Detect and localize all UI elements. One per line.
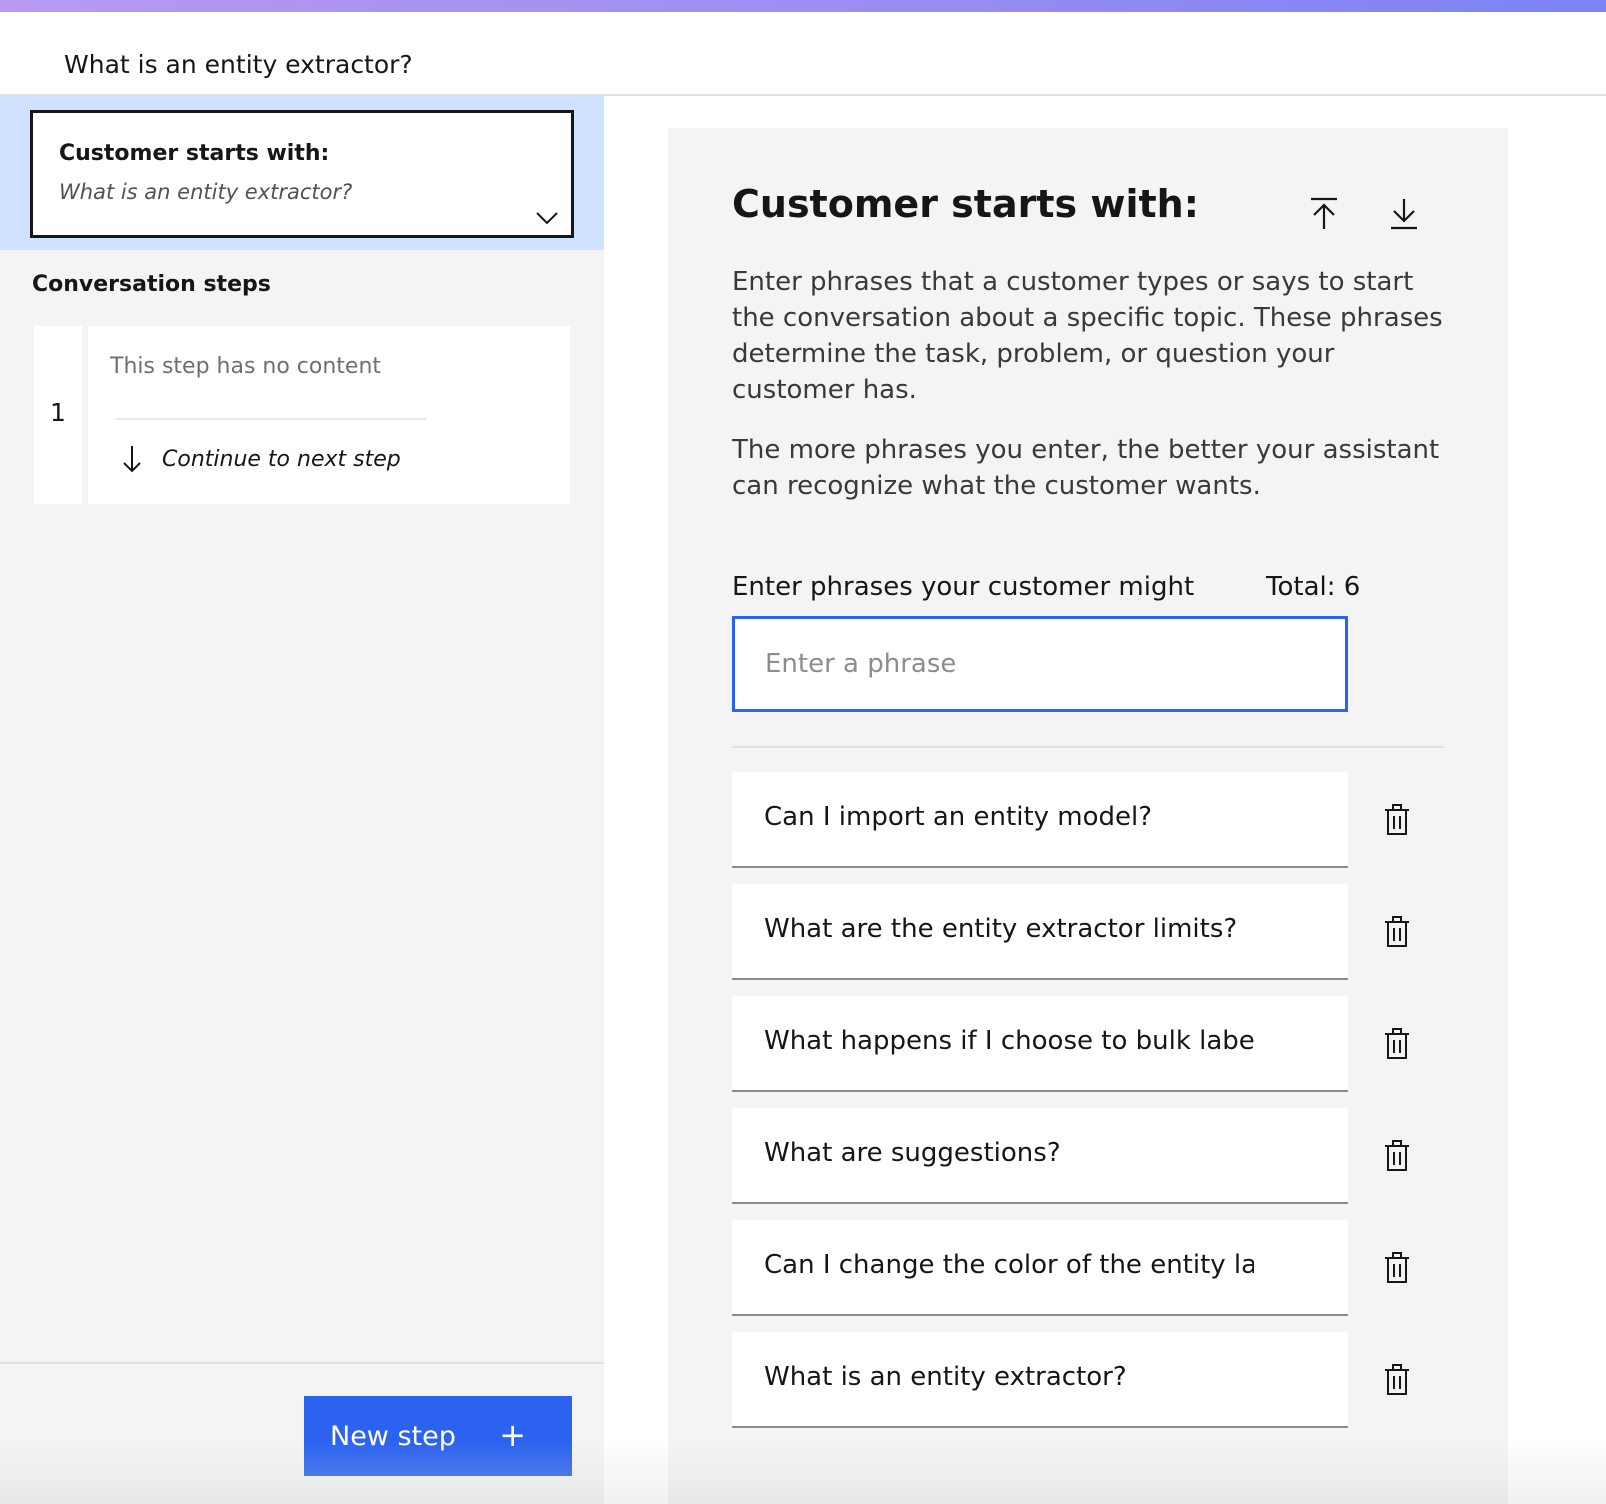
list-item: What are suggestions? [732, 1108, 1492, 1204]
step-empty-text: This step has no content [110, 354, 382, 379]
panel-title: Customer starts with: [732, 182, 1199, 226]
chevron-down-icon[interactable] [535, 211, 559, 225]
phrase-text: What is an entity extractor? [764, 1362, 1127, 1392]
arrow-down-icon [123, 446, 141, 473]
phrase-field[interactable]: Can I import an entity model? [732, 772, 1348, 868]
trash-icon[interactable] [1384, 804, 1410, 836]
phrase-field[interactable]: Can I change the color of the entity lab [732, 1220, 1348, 1316]
list-item: What is an entity extractor? [732, 1332, 1492, 1428]
list-item: Can I import an entity model? [732, 772, 1492, 868]
phrase-total: Total: 6 [1266, 572, 1361, 602]
new-step-button[interactable]: New step + [304, 1396, 572, 1476]
top-accent-bar [0, 0, 1606, 12]
customer-starts-card[interactable]: Customer starts with: What is an entity … [30, 110, 574, 238]
step-divider [116, 418, 426, 420]
sidebar-footer-divider [0, 1362, 604, 1364]
trash-icon[interactable] [1384, 1252, 1410, 1284]
sidebar-selected-area: Customer starts with: What is an entity … [0, 96, 604, 250]
step-continue: Continue to next step [122, 444, 401, 474]
list-item: What are the entity extractor limits? [732, 884, 1492, 980]
phrase-text: Can I change the color of the entity lab [764, 1250, 1254, 1280]
trash-icon[interactable] [1384, 1364, 1410, 1396]
header: What is an entity extractor? [0, 12, 1606, 98]
upload-icon[interactable] [1308, 196, 1340, 232]
customer-starts-panel: Customer starts with: Enter phrases that… [668, 128, 1508, 1504]
conversation-steps-heading: Conversation steps [32, 272, 271, 297]
new-step-label: New step [330, 1420, 456, 1452]
phrase-field[interactable]: What are suggestions? [732, 1108, 1348, 1204]
list-item: What happens if I choose to bulk label [732, 996, 1492, 1092]
phrase-text: Can I import an entity model? [764, 802, 1153, 832]
sidebar: Customer starts with: What is an entity … [0, 96, 604, 1504]
panel-description: Enter phrases that a customer types or s… [732, 267, 1443, 405]
conversation-step[interactable]: 1 This step has no content Continue to n… [34, 326, 570, 504]
trash-icon[interactable] [1384, 916, 1410, 948]
continue-label: Continue to next step [162, 446, 401, 472]
download-icon[interactable] [1388, 196, 1420, 232]
phrase-text: What happens if I choose to bulk label [764, 1026, 1254, 1056]
phrase-list-divider [732, 746, 1444, 748]
step-body[interactable]: This step has no content Continue to nex… [88, 326, 570, 504]
list-item: Can I change the color of the entity lab [732, 1220, 1492, 1316]
phrase-text: What are suggestions? [764, 1138, 1061, 1168]
main-content: Customer starts with: Enter phrases that… [604, 96, 1606, 1504]
trash-icon[interactable] [1384, 1140, 1410, 1172]
phrase-field[interactable]: What happens if I choose to bulk label [732, 996, 1348, 1092]
starts-card-label: Customer starts with: [59, 141, 330, 166]
phrase-text: What are the entity extractor limits? [764, 914, 1238, 944]
phrase-input[interactable] [732, 616, 1348, 712]
phrase-list: Can I import an entity model? What are t… [732, 772, 1492, 1444]
phrase-field[interactable]: What are the entity extractor limits? [732, 884, 1348, 980]
starts-card-value: What is an entity extractor? [59, 180, 353, 204]
plus-icon: + [499, 1416, 526, 1454]
panel-description-secondary: The more phrases you enter, the better y… [732, 435, 1440, 501]
phrase-input-label: Enter phrases your customer might [732, 572, 1195, 602]
step-number: 1 [34, 326, 82, 504]
topic-title-input[interactable]: What is an entity extractor? [32, 32, 604, 98]
phrase-field[interactable]: What is an entity extractor? [732, 1332, 1348, 1428]
trash-icon[interactable] [1384, 1028, 1410, 1060]
